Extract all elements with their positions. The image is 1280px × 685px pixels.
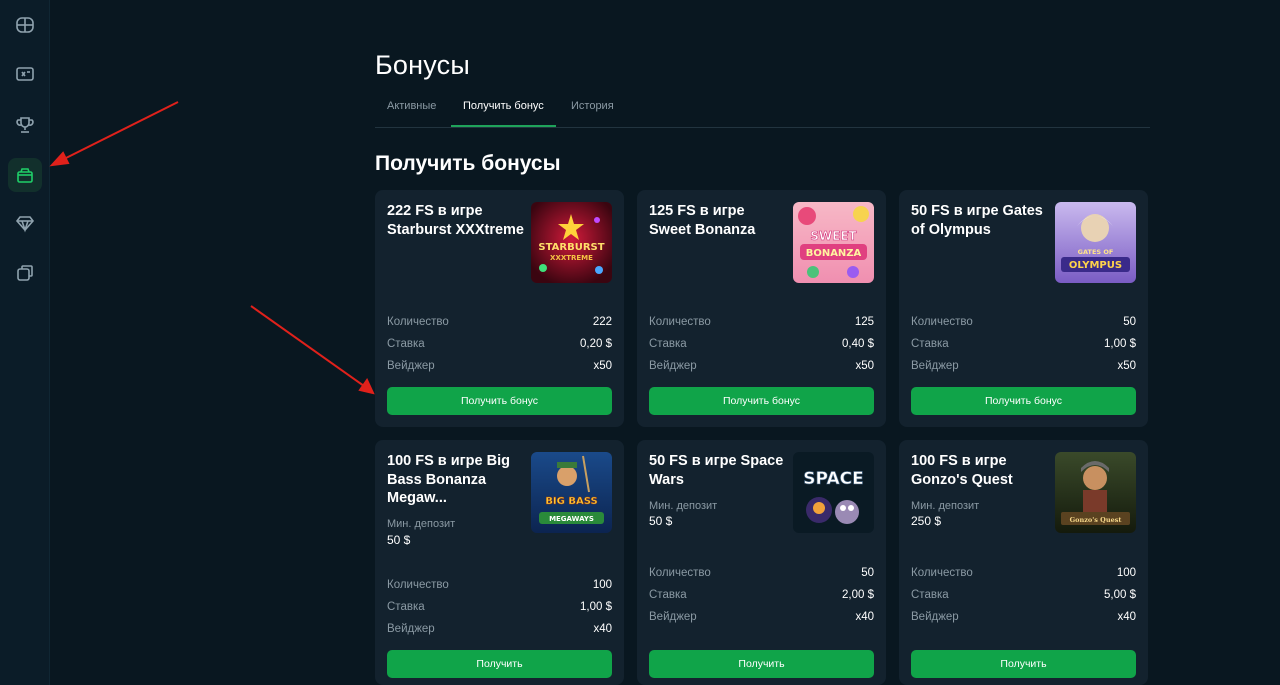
tab-get-bonus[interactable]: Получить бонус: [451, 90, 556, 127]
get-bonus-button[interactable]: Получить бонус: [387, 387, 612, 415]
bonus-card: 100 FS в игре Gonzo's Quest Мин. депозит…: [899, 440, 1148, 685]
stat-row-bet: Ставка 0,40 $: [649, 338, 874, 350]
bonus-card: 222 FS в игре Starburst XXXtreme STARBUR…: [375, 190, 624, 427]
gates-of-olympus-thumbnail: GATES OF OLYMPUS: [1055, 202, 1136, 283]
bonus-tabs: Активные Получить бонус История: [375, 90, 1150, 128]
stat-row-quantity: Количество 50: [911, 316, 1136, 328]
stat-row-wager: Вейджер x40: [649, 611, 874, 623]
space-wars-thumbnail: SPACE: [793, 452, 874, 533]
stat-row-bet: Ставка 2,00 $: [649, 589, 874, 601]
get-button[interactable]: Получить: [649, 650, 874, 678]
games-grid-icon: [16, 17, 34, 33]
stat-row-wager: Вейджер x50: [387, 360, 612, 372]
stat-row-wager: Вейджер x50: [649, 360, 874, 372]
sidebar-item-games[interactable]: [8, 8, 42, 42]
stat-row-wager: Вейджер x40: [387, 623, 612, 635]
svg-text:OLYMPUS: OLYMPUS: [1069, 260, 1122, 271]
bonus-card-title: 100 FS в игре Big Bass Bonanza Megaw...: [387, 453, 510, 506]
diamond-icon: [15, 216, 35, 233]
bonus-card-title: 222 FS в игре Starburst XXXtreme: [387, 203, 524, 238]
get-bonus-button[interactable]: Получить бонус: [649, 387, 874, 415]
sidebar-item-bonuses[interactable]: [8, 158, 42, 192]
bonus-card-title: 50 FS в игре Space Wars: [649, 453, 784, 488]
stat-row-quantity: Количество 125: [649, 316, 874, 328]
get-button[interactable]: Получить: [387, 650, 612, 678]
big-bass-bonanza-megaways-thumbnail: BIG BASS MEGAWAYS: [531, 452, 612, 533]
svg-text:Gonzo's Quest: Gonzo's Quest: [1070, 516, 1122, 524]
stat-row-bet: Ставка 0,20 $: [387, 338, 612, 350]
gift-icon: [17, 168, 33, 183]
svg-text:SWEET: SWEET: [810, 229, 857, 243]
svg-text:BIG BASS: BIG BASS: [545, 496, 597, 507]
stat-row-wager: Вейджер x40: [911, 611, 1136, 623]
get-button[interactable]: Получить: [911, 650, 1136, 678]
stat-row-wager: Вейджер x50: [911, 360, 1136, 372]
min-deposit-value: 250 $: [911, 514, 942, 528]
svg-text:MEGAWAYS: MEGAWAYS: [549, 515, 594, 523]
trophy-icon: [16, 117, 34, 133]
cards-icon: [17, 265, 33, 281]
stat-row-bet: Ставка 1,00 $: [387, 601, 612, 613]
tab-active[interactable]: Активные: [375, 90, 448, 127]
sidebar-item-cards[interactable]: [8, 256, 42, 290]
stat-row-quantity: Количество 50: [649, 567, 874, 579]
stat-row-bet: Ставка 1,00 $: [911, 338, 1136, 350]
svg-text:SPACE: SPACE: [803, 469, 863, 489]
section-title: Получить бонусы: [375, 152, 561, 175]
min-deposit-value: 50 $: [387, 533, 411, 547]
annotation-arrow-sidebar: [49, 101, 179, 167]
gonzos-quest-thumbnail: Gonzo's Quest: [1055, 452, 1136, 533]
bonus-card-title: 100 FS в игре Gonzo's Quest: [911, 453, 1013, 488]
svg-text:STARBURST: STARBURST: [538, 242, 604, 253]
annotation-arrow-button: [250, 305, 375, 395]
sidebar-item-vip[interactable]: [8, 206, 42, 240]
bonus-card: 50 FS в игре Gates of Olympus GATES OF O…: [899, 190, 1148, 427]
svg-text:GATES OF: GATES OF: [1078, 248, 1114, 256]
min-deposit-label: Мин. депозит: [911, 500, 980, 512]
sidebar-nav: [0, 0, 50, 685]
stat-row-bet: Ставка 5,00 $: [911, 589, 1136, 601]
svg-text:BONANZA: BONANZA: [806, 248, 862, 259]
svg-text:XXXTREME: XXXTREME: [550, 254, 593, 262]
stat-row-quantity: Количество 100: [911, 567, 1136, 579]
min-deposit-label: Мин. депозит: [387, 518, 456, 530]
bonus-card-title: 50 FS в игре Gates of Olympus: [911, 203, 1043, 238]
sidebar-item-tournaments[interactable]: [8, 108, 42, 142]
get-bonus-button[interactable]: Получить бонус: [911, 387, 1136, 415]
min-deposit-value: 50 $: [649, 514, 673, 528]
min-deposit-label: Мин. депозит: [649, 500, 718, 512]
bonus-card: 50 FS в игре Space Wars Мин. депозит 50 …: [637, 440, 886, 685]
bonus-card: 125 FS в игре Sweet Bonanza SWEET BONANZ…: [637, 190, 886, 427]
sweet-bonanza-thumbnail: SWEET BONANZA: [793, 202, 874, 283]
tab-history[interactable]: История: [559, 90, 626, 127]
ticket-icon: [16, 67, 34, 81]
page-title: Бонусы: [375, 50, 470, 80]
starburst-xxxtreme-thumbnail: STARBURST XXXTREME: [531, 202, 612, 283]
stat-row-quantity: Количество 100: [387, 579, 612, 591]
sidebar-item-tickets[interactable]: [8, 57, 42, 91]
stat-row-quantity: Количество 222: [387, 316, 612, 328]
bonus-card: 100 FS в игре Big Bass Bonanza Megaw... …: [375, 440, 624, 685]
bonus-card-title: 125 FS в игре Sweet Bonanza: [649, 203, 756, 238]
